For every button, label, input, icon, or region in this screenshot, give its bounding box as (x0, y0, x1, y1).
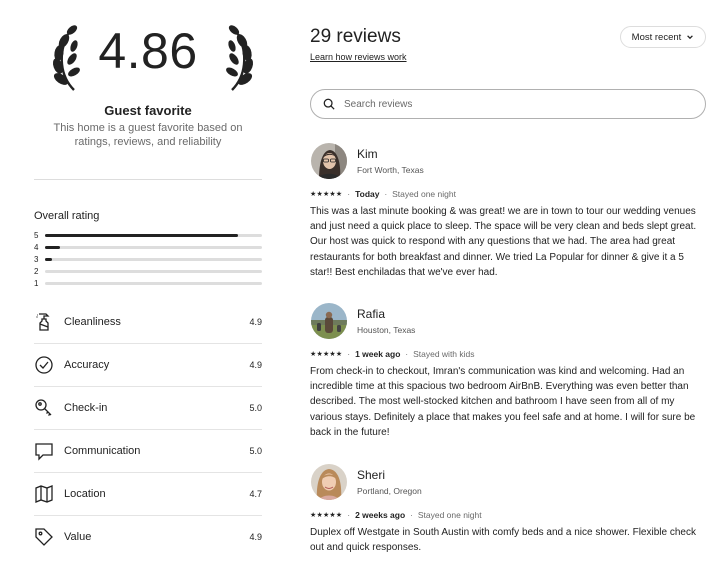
distribution-row: 2 (34, 265, 262, 277)
separator-dot: · (405, 349, 409, 359)
reviewer-name: Kim (357, 147, 378, 161)
review-card: Kim Fort Worth, Texas ★★★★★ · Today · St… (310, 143, 708, 278)
reviewer-location: Fort Worth, Texas (357, 165, 424, 175)
review-meta: ★★★★★ · 2 weeks ago · Stayed one night (310, 510, 482, 520)
review-text: From check-in to checkout, Imran's commu… (310, 366, 696, 438)
category-communication: Communication 5.0 (34, 430, 262, 473)
overall-rating-title: Overall rating (34, 210, 100, 222)
separator-dot: · (384, 189, 388, 199)
category-accuracy: Accuracy 4.9 (34, 344, 262, 387)
review-header: Sheri Portland, Oregon (310, 464, 708, 504)
category-cleanliness: Cleanliness 4.9 (34, 301, 262, 344)
separator-dot: · (347, 510, 351, 520)
reviewer-name: Sheri (357, 468, 386, 482)
distribution-row: 5 (34, 229, 262, 241)
search-reviews-input[interactable] (344, 98, 664, 110)
reviewer-location: Houston, Texas (357, 325, 416, 335)
distribution-fill (45, 258, 52, 261)
separator-dot: · (347, 189, 351, 199)
distribution-track (45, 258, 262, 261)
category-value: 5.0 (249, 446, 262, 456)
category-value: 4.9 (249, 532, 262, 542)
guest-favorite-description: This home is a guest favorite based on r… (53, 122, 243, 148)
category-label: Value (64, 531, 92, 543)
review-text: This was a last minute booking & was gre… (310, 206, 697, 278)
review-date: Today (355, 189, 380, 199)
separator-dot: · (410, 510, 413, 520)
review-header: Rafia Houston, Texas (310, 303, 708, 343)
distribution-fill (45, 246, 61, 249)
distribution-fill (45, 234, 239, 237)
review-stay-type: Stayed one night (392, 189, 456, 199)
reviewer-location: Portland, Oregon (357, 486, 422, 496)
distribution-row: 1 (34, 277, 262, 289)
review-stars: ★★★★★ (310, 191, 343, 198)
key-icon (35, 399, 52, 416)
category-value: Value 4.9 (34, 516, 262, 559)
review-stars: ★★★★★ (310, 512, 343, 519)
learn-reviews-link[interactable]: Learn how reviews work (310, 52, 407, 62)
tag-icon (35, 528, 53, 546)
guest-favorite-title: Guest favorite (104, 103, 192, 118)
distribution-label: 2 (34, 266, 39, 276)
message-bubble-icon (35, 443, 53, 461)
search-reviews-field[interactable] (310, 89, 706, 119)
review-card: Sheri Portland, Oregon ★★★★★ · 2 weeks a… (310, 464, 708, 553)
map-icon (35, 485, 53, 503)
separator-dot: · (347, 349, 351, 359)
review-date: 1 week ago (355, 349, 401, 359)
category-ratings: Cleanliness 4.9 Accuracy 4.9 Check-in 5.… (34, 301, 262, 559)
rating-summary-panel: 4.86 Guest favorite This home is a guest… (34, 0, 262, 546)
reviewer-name: Rafia (357, 307, 386, 321)
chevron-down-icon (687, 35, 694, 40)
avatar[interactable] (311, 303, 347, 339)
category-label: Accuracy (64, 359, 110, 371)
spray-bottle-icon (36, 313, 50, 331)
category-value: 4.9 (249, 317, 262, 327)
distribution-label: 1 (34, 278, 39, 288)
avatar[interactable] (311, 143, 347, 179)
review-date: 2 weeks ago (355, 510, 406, 520)
distribution-row: 4 (34, 241, 262, 253)
reviews-count-title: 29 reviews (310, 26, 401, 47)
category-value: 4.7 (249, 489, 262, 499)
review-meta: ★★★★★ · 1 week ago · Stayed with kids (310, 349, 475, 359)
category-label: Cleanliness (64, 316, 121, 328)
review-stars: ★★★★★ (310, 351, 343, 358)
distribution-label: 5 (34, 230, 39, 240)
distribution-track (45, 246, 262, 249)
check-circle-icon (35, 356, 53, 374)
category-value: 5.0 (249, 403, 262, 413)
review-stay-type: Stayed one night (417, 510, 482, 520)
review-text: Duplex off Westgate in South Austin with… (310, 527, 696, 554)
sort-dropdown[interactable]: Most recent (620, 26, 706, 48)
category-check-in: Check-in 5.0 (34, 387, 262, 430)
sort-dropdown-label: Most recent (631, 31, 682, 43)
review-meta: ★★★★★ · Today · Stayed one night (310, 189, 456, 199)
distribution-label: 3 (34, 254, 39, 264)
category-label: Check-in (64, 402, 108, 414)
category-label: Communication (64, 445, 141, 457)
review-card: Rafia Houston, Texas ★★★★★ · 1 week ago … (310, 303, 708, 438)
overall-rating-value: 4.86 (98, 23, 198, 79)
distribution-track (45, 282, 262, 285)
category-label: Location (64, 488, 106, 500)
reviews-panel: 29 reviews Learn how reviews work Most r… (310, 0, 708, 580)
rating-distribution: 5 4 3 2 1 (34, 229, 262, 289)
category-value: 4.9 (249, 360, 262, 370)
review-stay-type: Stayed with kids (413, 349, 475, 359)
guest-favorite-hero: 4.86 Guest favorite This home is a guest… (34, 0, 262, 180)
distribution-label: 4 (34, 242, 39, 252)
distribution-track (45, 270, 262, 273)
distribution-track (45, 234, 262, 237)
review-header: Kim Fort Worth, Texas (310, 143, 708, 183)
distribution-row: 3 (34, 253, 262, 265)
search-icon (323, 98, 335, 110)
avatar[interactable] (311, 464, 347, 500)
category-location: Location 4.7 (34, 473, 262, 516)
